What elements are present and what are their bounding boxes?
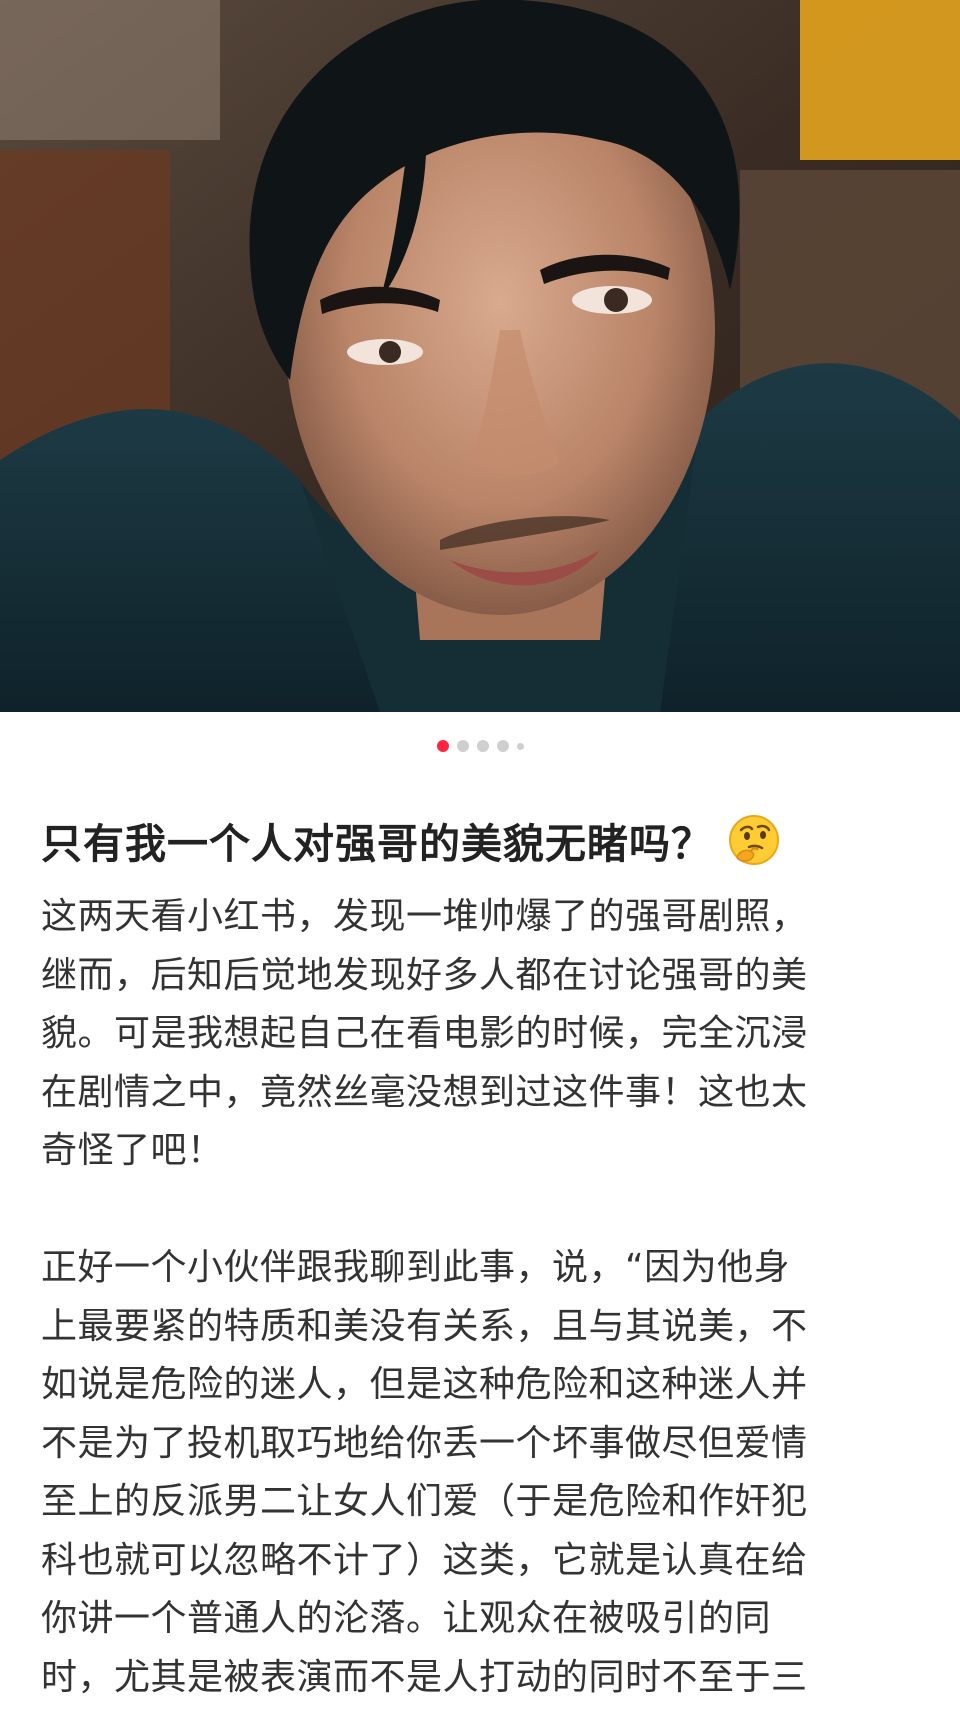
post-title-text: 只有我一个人对强哥的美貌无睹吗？ <box>41 820 713 868</box>
carousel-indicator[interactable] <box>0 737 960 755</box>
carousel-dot[interactable] <box>476 740 489 752</box>
body-line: 貌。可是我想起自己在看电影的时候，完全沉浸 <box>41 1013 808 1054</box>
body-line: 时，尤其是被表演而不是人打动的同时不至于三 <box>41 1656 808 1698</box>
body-line: 这两天看小红书，发现一堆帅爆了的强哥剧照， <box>41 896 808 937</box>
body-line: 奇怪了吧！ <box>41 1130 224 1171</box>
paragraph: 正好一个小伙伴跟我聊到此事，说，“因为他身 上最要紧的特质和美没有关系，且与其说… <box>41 1239 921 1707</box>
carousel-dot-active[interactable] <box>436 740 449 752</box>
post-title: 只有我一个人对强哥的美貌无睹吗？ <box>41 808 931 872</box>
carousel-dot[interactable] <box>456 740 469 752</box>
body-line: 继而，后知后觉地发现好多人都在讨论强哥的美 <box>41 954 808 996</box>
body-line: 在剧情之中，竟然丝毫没想到过这件事！这也太 <box>41 1071 808 1113</box>
body-line: 你讲一个普通人的沦落。让观众在被吸引的同 <box>41 1598 772 1639</box>
thinking-face-icon <box>727 813 781 867</box>
paragraph: 这两天看小红书，发现一堆帅爆了的强哥剧照， 继而，后知后觉地发现好多人都在讨论强… <box>41 888 921 1181</box>
body-line: 不是为了投机取巧地给你丢一个坏事做尽但爱情 <box>41 1422 808 1464</box>
body-line: 正好一个小伙伴跟我聊到此事，说，“因为他身 <box>41 1247 791 1288</box>
body-line: 上最要紧的特质和美没有关系，且与其说美，不 <box>41 1305 808 1347</box>
body-line: 科也就可以忽略不计了）这类，它就是认真在给 <box>41 1539 808 1581</box>
body-line: 至上的反派男二让女人们爱（于是危险和作奸犯 <box>41 1481 808 1522</box>
post-detail-page: 只有我一个人对强哥的美貌无睹吗？ 这两天看小红书，发现一堆帅爆了的强哥剧照， 继… <box>0 0 960 1719</box>
carousel-dot-more[interactable] <box>516 742 524 750</box>
body-line: 如说是危险的迷人，但是这种危险和这种迷人并 <box>41 1364 808 1405</box>
post-body: 这两天看小红书，发现一堆帅爆了的强哥剧照， 继而，后知后觉地发现好多人都在讨论强… <box>41 888 921 1707</box>
post-photo[interactable] <box>0 0 960 712</box>
portrait-photo-image <box>0 0 960 712</box>
carousel-dot[interactable] <box>496 740 509 752</box>
